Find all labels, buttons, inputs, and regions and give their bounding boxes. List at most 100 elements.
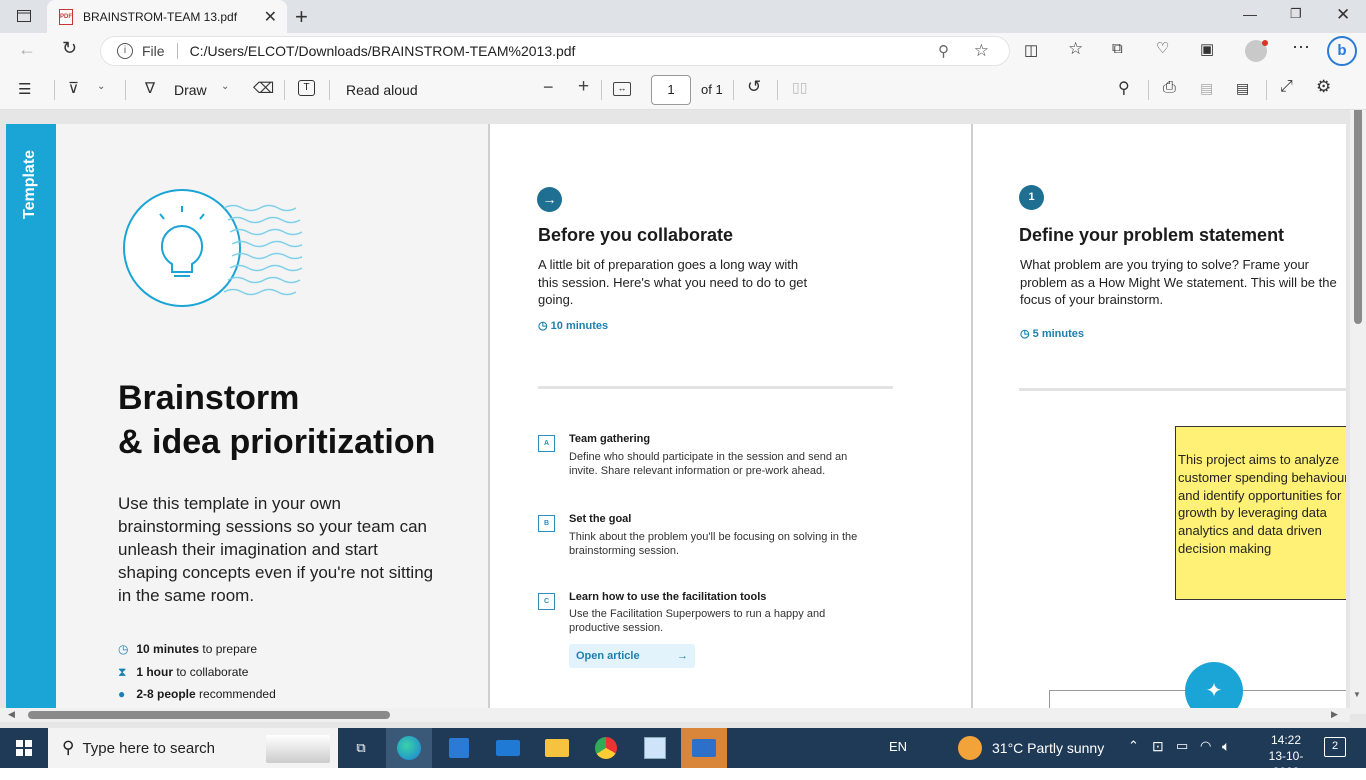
city-skyline-icon [266, 735, 330, 763]
favorites-icon[interactable]: ☆ [1068, 39, 1083, 59]
horizontal-scrollbar[interactable]: ◀ ▶ [0, 708, 1350, 722]
sidebar-toggle-icon[interactable]: ▣ [1200, 40, 1214, 58]
before-time: ◷ 10 minutes [538, 320, 609, 332]
add-favorite-icon[interactable]: ☆ [974, 41, 989, 61]
url-divider [176, 43, 178, 59]
save-as-icon[interactable]: ▤ [1236, 80, 1249, 97]
print-icon[interactable]: ⎙ [1163, 79, 1176, 97]
page-description: Use this template in your own brainstorm… [118, 494, 434, 605]
meta-item-people: ● 2-8 people recommended [118, 683, 276, 706]
pdf-viewer[interactable]: Template Brainstorm & idea prioritizatio… [0, 110, 1366, 728]
intro-panel: Template Brainstorm & idea prioritizatio… [6, 124, 490, 714]
timer-icon: ◷ [1020, 328, 1030, 340]
vertical-scrollbar[interactable]: ▲ ▼ [1350, 110, 1366, 714]
divider [538, 386, 893, 389]
search-placeholder: Type here to search [82, 739, 216, 757]
mail-taskbar-icon[interactable] [485, 728, 531, 768]
meta-item-collaborate: ⧗ 1 hour to collaborate [118, 661, 276, 684]
browser-essentials-icon[interactable]: ♡ [1156, 39, 1169, 57]
notification-center-icon[interactable]: 2 [1324, 737, 1346, 757]
define-time: ◷ 5 minutes [1020, 328, 1085, 340]
page-total: of 1 [701, 82, 723, 97]
task-view-icon[interactable]: ⧉ [338, 728, 384, 768]
zoom-icon[interactable]: ⚲ [938, 42, 949, 60]
show-hidden-icons[interactable]: ⌃ [1128, 738, 1139, 754]
back-icon[interactable]: ← [18, 39, 36, 60]
draw-button[interactable]: Draw [174, 82, 207, 98]
draw-dropdown-icon[interactable]: ⌄ [221, 81, 229, 92]
step-a-body: Define who should participate in the ses… [569, 451, 848, 477]
search-icon: ⚲ [62, 738, 75, 757]
rotate-icon[interactable]: ↺ [747, 77, 761, 97]
photos-taskbar-icon[interactable] [681, 728, 727, 768]
chrome-taskbar-icon[interactable] [583, 728, 629, 768]
scroll-down-icon[interactable]: ▼ [1353, 690, 1361, 699]
text-box-icon[interactable]: T [298, 80, 315, 96]
before-heading: Before you collaborate [538, 225, 734, 245]
browser-tab[interactable]: PDF BRAINSTROM-TEAM 13.pdf ✕ [47, 0, 287, 33]
url-field[interactable]: i File C:/Users/ELCOT/Downloads/BRAINSTR… [100, 36, 1010, 66]
fullscreen-icon[interactable]: ⤢ [1280, 78, 1293, 96]
before-panel: → Before you collaborate A little bit of… [490, 124, 973, 714]
refresh-icon[interactable]: ↻ [62, 38, 77, 59]
minimize-icon[interactable]: — [1243, 6, 1257, 22]
tab-actions-icon[interactable] [12, 6, 36, 26]
scroll-left-icon[interactable]: ◀ [8, 709, 15, 720]
define-panel: 1 Define your problem statement What pro… [973, 124, 1346, 714]
weather-icon[interactable] [958, 736, 982, 760]
volume-icon[interactable]: 🔈︎ [1222, 738, 1230, 755]
collections-icon[interactable]: ⧉ [1112, 40, 1123, 57]
page-view-icon[interactable]: ▯▯ [792, 79, 807, 96]
arrow-right-icon: → [677, 650, 688, 662]
windows-start-icon[interactable] [2, 728, 46, 768]
clock-time: 14:22 [1270, 733, 1302, 747]
draw-icon[interactable]: ∇ [145, 79, 155, 97]
more-options-icon[interactable]: ⋯ [1292, 37, 1310, 58]
scroll-right-icon[interactable]: ▶ [1331, 709, 1338, 720]
defender-icon[interactable]: ⊡ [1152, 738, 1164, 755]
clock[interactable]: 14:22 13-10-2023 [1258, 732, 1314, 780]
meta-item-prepare: ◷ 10 minutes to prepare [118, 638, 276, 661]
fit-to-page-icon[interactable]: ↔ [613, 82, 631, 96]
find-icon[interactable]: ⚲ [1118, 78, 1130, 98]
horizontal-scroll-thumb[interactable] [28, 711, 390, 719]
edge-taskbar-icon[interactable] [386, 728, 432, 768]
save-icon[interactable]: ▤ [1200, 80, 1213, 97]
bing-copilot-icon[interactable]: b [1327, 36, 1357, 66]
close-tab-icon[interactable]: ✕ [264, 7, 277, 27]
file-explorer-taskbar-icon[interactable] [534, 728, 580, 768]
new-tab-icon[interactable]: + [295, 4, 308, 30]
person-icon: ● [118, 687, 126, 701]
weather-text[interactable]: 31°C Partly sunny [992, 740, 1104, 756]
erase-icon[interactable]: ⌫ [253, 79, 274, 97]
divider [1019, 388, 1346, 391]
highlight-dropdown-icon[interactable]: ⌄ [97, 81, 105, 92]
split-screen-icon[interactable]: ◫ [1024, 41, 1038, 59]
highlight-icon[interactable]: ⊽ [68, 79, 79, 97]
open-article-button[interactable]: Open article → [569, 644, 695, 668]
pdf-settings-icon[interactable]: ⚙ [1316, 77, 1331, 97]
read-aloud-button[interactable]: Read aloud [346, 82, 418, 98]
step-a-title: Team gathering [569, 433, 651, 445]
restore-icon[interactable]: ❐ [1290, 6, 1302, 22]
taskbar-search-box[interactable]: ⚲ Type here to search [48, 728, 338, 768]
meta-list: ◷ 10 minutes to prepare ⧗ 1 hour to coll… [118, 638, 276, 706]
zoom-out-icon[interactable]: − [543, 77, 554, 98]
define-heading: Define your problem statement [1019, 225, 1285, 245]
battery-icon[interactable]: ▭ [1176, 738, 1188, 754]
language-indicator[interactable]: EN [889, 739, 907, 754]
contents-icon[interactable]: ☰ [18, 80, 31, 98]
pdf-toolbar: ☰ ⊽ ⌄ ∇ Draw ⌄ ⌫ T Read aloud − + ↔ 1 of… [0, 70, 1366, 110]
vertical-scroll-thumb[interactable] [1354, 110, 1362, 324]
snip-taskbar-icon[interactable] [632, 728, 678, 768]
file-label: File [142, 43, 165, 59]
zoom-in-icon[interactable]: + [578, 76, 589, 98]
step-b-badge: B [538, 515, 555, 532]
close-window-icon[interactable]: ✕ [1336, 5, 1350, 25]
step-c-badge: C [538, 593, 555, 610]
page-title-line1: Brainstorm [118, 379, 300, 417]
sticky-note[interactable]: This project aims to analyze customer sp… [1175, 426, 1346, 600]
store-taskbar-icon[interactable] [436, 728, 482, 768]
wifi-icon[interactable]: ◠ [1200, 738, 1211, 754]
page-number-input[interactable]: 1 [651, 75, 691, 105]
